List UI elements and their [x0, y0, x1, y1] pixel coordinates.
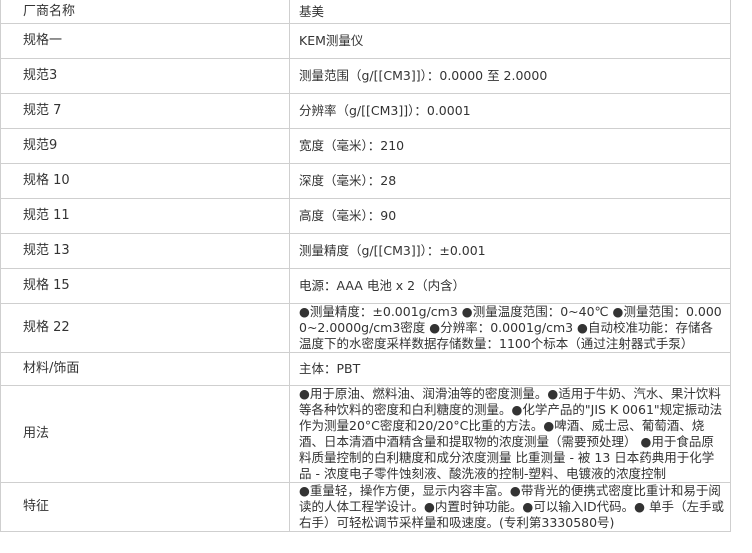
row-label: 规范3 [0, 58, 290, 94]
row-value: 电源：AAA 电池 x 2（内含） [289, 268, 731, 304]
table-row: 厂商名称 基美 [0, 0, 731, 24]
table-row: 特征 ●重量轻，操作方便，显示内容丰富。●带背光的便携式密度比重计和易于阅读的人… [0, 482, 731, 532]
row-value: 基美 [289, 0, 731, 24]
table-row: 规格 15 电源：AAA 电池 x 2（内含） [0, 268, 731, 304]
row-label: 规范 13 [0, 233, 290, 269]
row-value: ●测量精度：±0.001g/cm3 ●测量温度范围：0~40℃ ●测量范围：0.… [289, 303, 731, 353]
row-value: 深度（毫米）：28 [289, 163, 731, 199]
row-value: 测量精度（g/[[CM3]]）：±0.001 [289, 233, 731, 269]
row-label: 规格 15 [0, 268, 290, 304]
row-label: 规范 7 [0, 93, 290, 129]
row-value: 宽度（毫米）：210 [289, 128, 731, 164]
row-label: 厂商名称 [0, 0, 290, 24]
table-row: 规格 10 深度（毫米）：28 [0, 163, 731, 199]
spec-table: 厂商名称 基美 规格一 KEM测量仪 规范3 测量范围（g/[[CM3]]）：0… [0, 0, 731, 532]
row-value: KEM测量仪 [289, 23, 731, 59]
row-label: 规格 22 [0, 303, 290, 353]
row-label: 规格 10 [0, 163, 290, 199]
table-row: 规范 7 分辨率（g/[[CM3]]）：0.0001 [0, 93, 731, 129]
table-row: 规范 11 高度（毫米）：90 [0, 198, 731, 234]
row-value: ●重量轻，操作方便，显示内容丰富。●带背光的便携式密度比重计和易于阅读的人体工程… [289, 482, 731, 532]
row-value: 测量范围（g/[[CM3]]）：0.0000 至 2.0000 [289, 58, 731, 94]
row-value: ●用于原油、燃料油、润滑油等的密度测量。●适用于牛奶、汽水、果汁饮料等各种饮料的… [289, 385, 731, 483]
row-label: 用法 [0, 385, 290, 483]
row-label: 规格一 [0, 23, 290, 59]
row-value: 高度（毫米）：90 [289, 198, 731, 234]
table-row: 规格 22 ●测量精度：±0.001g/cm3 ●测量温度范围：0~40℃ ●测… [0, 303, 731, 353]
table-row: 规范9 宽度（毫米）：210 [0, 128, 731, 164]
row-value: 主体：PBT [289, 352, 731, 386]
row-label: 规范 11 [0, 198, 290, 234]
table-row: 规格一 KEM测量仪 [0, 23, 731, 59]
row-label: 特征 [0, 482, 290, 532]
table-row: 材料/饰面 主体：PBT [0, 352, 731, 386]
row-label: 材料/饰面 [0, 352, 290, 386]
row-label: 规范9 [0, 128, 290, 164]
table-row: 用法 ●用于原油、燃料油、润滑油等的密度测量。●适用于牛奶、汽水、果汁饮料等各种… [0, 385, 731, 483]
table-row: 规范3 测量范围（g/[[CM3]]）：0.0000 至 2.0000 [0, 58, 731, 94]
row-value: 分辨率（g/[[CM3]]）：0.0001 [289, 93, 731, 129]
table-row: 规范 13 测量精度（g/[[CM3]]）：±0.001 [0, 233, 731, 269]
